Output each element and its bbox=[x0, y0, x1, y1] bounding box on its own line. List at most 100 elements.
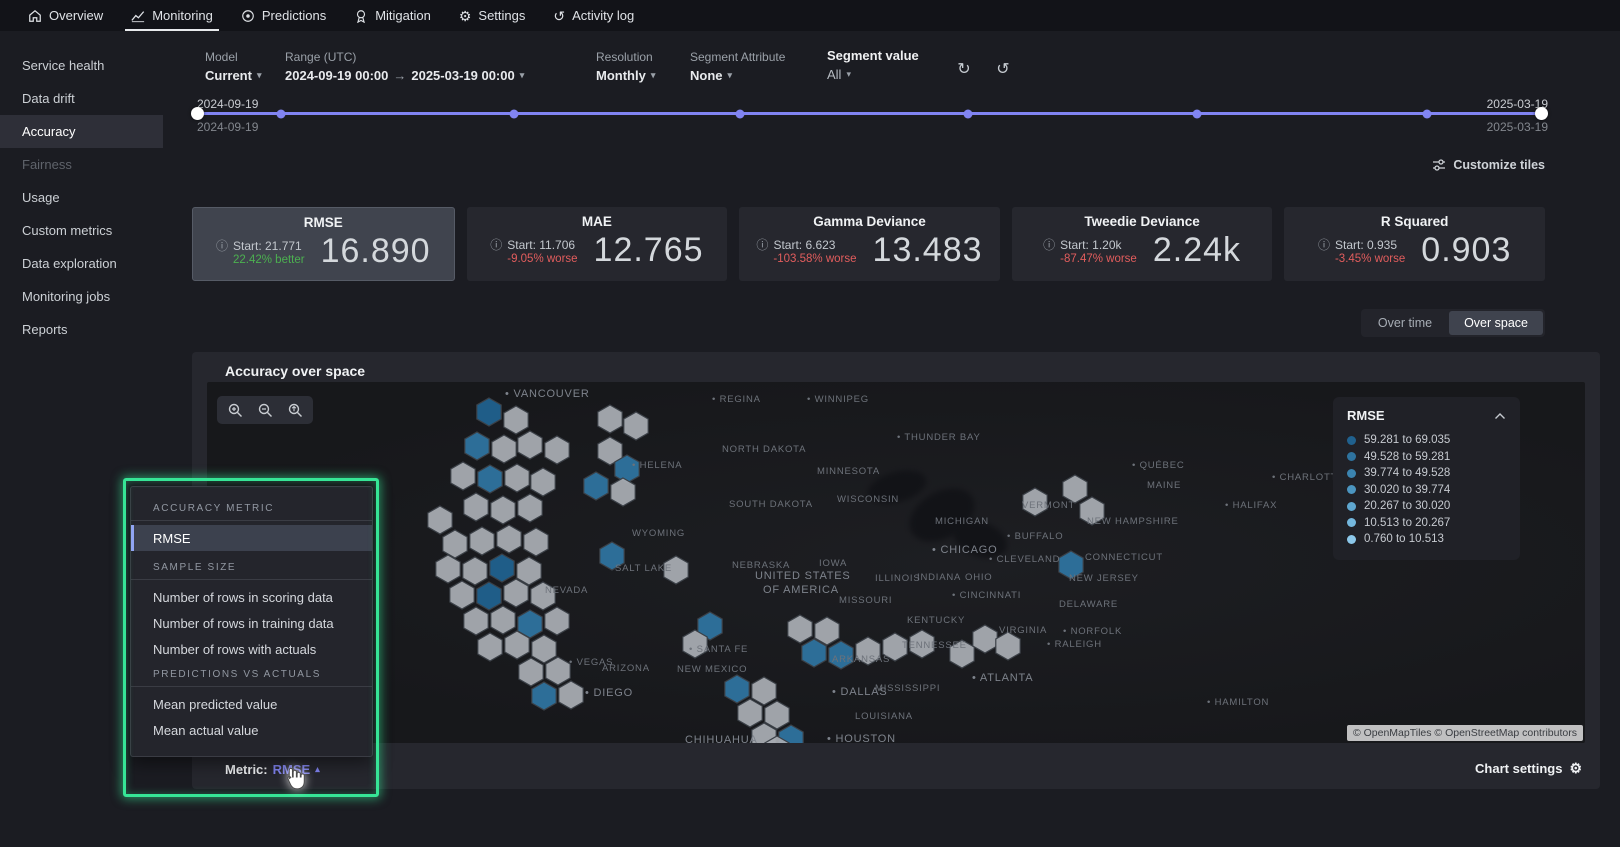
metric-tile-r-squared[interactable]: R Squared ⓘStart: 0.935 -3.45% worse 0.9… bbox=[1284, 207, 1545, 281]
chart-settings-label: Chart settings bbox=[1475, 761, 1562, 776]
tile-start-value: Start: 0.935 bbox=[1335, 238, 1397, 252]
legend-item: 0.760 to 10.513 bbox=[1347, 531, 1506, 548]
map-legend: RMSE 59.281 to 69.035 49.528 to 59.281 3… bbox=[1333, 397, 1520, 560]
zoom-reset-button[interactable] bbox=[281, 399, 309, 421]
nav-label: Monitoring bbox=[152, 8, 213, 23]
toggle-over-space[interactable]: Over space bbox=[1449, 311, 1543, 335]
metric-tiles-row: RMSE ⓘStart: 21.771 22.42% better 16.890… bbox=[192, 207, 1545, 281]
sidebar-item-reports[interactable]: Reports bbox=[0, 313, 163, 346]
gear-icon: ⚙ bbox=[1569, 760, 1582, 777]
toggle-over-time[interactable]: Over time bbox=[1363, 311, 1447, 335]
model-label: Model bbox=[205, 50, 261, 64]
dropdown-section-header: SAMPLE SIZE bbox=[131, 555, 372, 580]
nav-label: Mitigation bbox=[375, 8, 431, 23]
legend-swatch bbox=[1347, 518, 1356, 527]
dropdown-section-header: ACCURACY METRIC bbox=[131, 496, 372, 521]
segment-attribute-label: Segment Attribute bbox=[690, 50, 785, 64]
nav-activity-log[interactable]: ↺ Activity log bbox=[541, 0, 646, 31]
nav-overview[interactable]: Overview bbox=[16, 0, 115, 31]
metric-tile-tweedie-deviance[interactable]: Tweedie Deviance ⓘStart: 1.20k -87.47% w… bbox=[1012, 207, 1273, 281]
zoom-out-button[interactable] bbox=[251, 399, 279, 421]
dropdown-item-rows-training[interactable]: Number of rows in training data bbox=[131, 610, 372, 636]
tile-title: Gamma Deviance bbox=[751, 214, 988, 229]
sidebar-item-monitoring-jobs[interactable]: Monitoring jobs bbox=[0, 280, 163, 313]
legend-swatch bbox=[1347, 502, 1356, 511]
resolution-select[interactable]: Resolution Monthly▾ bbox=[596, 50, 655, 83]
customize-tiles-button[interactable]: Customize tiles bbox=[1432, 158, 1545, 172]
nav-mitigation[interactable]: Mitigation bbox=[342, 0, 443, 31]
segment-value-select[interactable]: Segment value All▾ bbox=[827, 48, 919, 82]
nav-label: Settings bbox=[478, 8, 525, 23]
nav-label: Activity log bbox=[572, 8, 634, 23]
resolution-value: Monthly bbox=[596, 68, 646, 83]
history-icon: ↺ bbox=[553, 9, 565, 23]
legend-swatch bbox=[1347, 485, 1356, 494]
legend-swatch bbox=[1347, 452, 1356, 461]
sidebar-item-usage[interactable]: Usage bbox=[0, 181, 163, 214]
chevron-down-icon: ▾ bbox=[257, 70, 262, 81]
metric-dropdown: ACCURACY METRIC RMSE SAMPLE SIZE Number … bbox=[130, 486, 373, 757]
range-select[interactable]: Range (UTC) 2024-09-19 00:00 → 2025-03-1… bbox=[285, 50, 524, 83]
home-icon bbox=[28, 9, 42, 23]
timeline-rail[interactable] bbox=[198, 112, 1548, 115]
nav-predictions[interactable]: Predictions bbox=[229, 0, 338, 31]
view-toggle: Over time Over space bbox=[1361, 309, 1545, 337]
nav-label: Overview bbox=[49, 8, 103, 23]
legend-item: 39.774 to 49.528 bbox=[1347, 465, 1506, 482]
sidebar-item-service-health[interactable]: Service health bbox=[0, 49, 163, 82]
reset-button[interactable]: ↺ bbox=[992, 58, 1014, 80]
nav-settings[interactable]: ⚙ Settings bbox=[447, 0, 538, 31]
refresh-button[interactable]: ↻ bbox=[953, 58, 975, 80]
timeline-handle-start[interactable] bbox=[191, 107, 204, 120]
tile-delta: -87.47% worse bbox=[1060, 253, 1137, 265]
range-label: Range (UTC) bbox=[285, 50, 524, 64]
nav-monitoring[interactable]: Monitoring bbox=[119, 0, 225, 31]
chart-settings-button[interactable]: Chart settings ⚙ bbox=[1475, 760, 1582, 777]
tile-value: 13.483 bbox=[873, 231, 983, 270]
range-end: 2025-03-19 00:00 bbox=[411, 68, 514, 83]
resolution-label: Resolution bbox=[596, 50, 655, 64]
map-attribution: © OpenMapTiles © OpenStreetMap contribut… bbox=[1347, 725, 1583, 741]
legend-swatch bbox=[1347, 469, 1356, 478]
legend-swatch bbox=[1347, 535, 1356, 544]
sidebar-item-data-exploration[interactable]: Data exploration bbox=[0, 247, 163, 280]
award-icon bbox=[354, 9, 368, 23]
tile-value: 12.765 bbox=[594, 231, 704, 270]
tile-value: 16.890 bbox=[321, 232, 431, 271]
metric-tile-gamma-deviance[interactable]: Gamma Deviance ⓘStart: 6.623 -103.58% wo… bbox=[739, 207, 1000, 281]
info-icon: ⓘ bbox=[756, 236, 768, 253]
customize-tiles-label: Customize tiles bbox=[1453, 158, 1545, 172]
legend-header[interactable]: RMSE bbox=[1347, 408, 1506, 423]
metric-label: Metric: bbox=[225, 762, 268, 777]
metric-tile-mae[interactable]: MAE ⓘStart: 11.706 -9.05% worse 12.765 bbox=[467, 207, 728, 281]
dropdown-item-rows-actuals[interactable]: Number of rows with actuals bbox=[131, 636, 372, 662]
sidebar-item-custom-metrics[interactable]: Custom metrics bbox=[0, 214, 163, 247]
arrow-right-icon: → bbox=[393, 68, 406, 83]
tile-start-value: Start: 1.20k bbox=[1060, 238, 1121, 252]
segment-attribute-select[interactable]: Segment Attribute None▾ bbox=[690, 50, 785, 83]
gear-icon: ⚙ bbox=[459, 9, 472, 23]
legend-item: 10.513 to 20.267 bbox=[1347, 515, 1506, 532]
chevron-down-icon: ▾ bbox=[520, 70, 525, 81]
dropdown-item-rows-scoring[interactable]: Number of rows in scoring data bbox=[131, 584, 372, 610]
model-value: Current bbox=[205, 68, 252, 83]
map-zoom-controls bbox=[217, 396, 313, 424]
dropdown-item-mean-actual[interactable]: Mean actual value bbox=[131, 717, 372, 743]
segment-attribute-value: None bbox=[690, 68, 723, 83]
legend-item: 59.281 to 69.035 bbox=[1347, 432, 1506, 449]
tile-delta: -3.45% worse bbox=[1335, 253, 1405, 265]
sidebar-item-data-drift[interactable]: Data drift bbox=[0, 82, 163, 115]
map[interactable]: • VANCOUVER• REGINA• WINNIPEG• THUNDER B… bbox=[207, 382, 1585, 743]
zoom-in-icon bbox=[228, 403, 243, 418]
sidebar-item-fairness[interactable]: Fairness bbox=[0, 148, 163, 181]
model-select[interactable]: Model Current ▾ bbox=[205, 50, 261, 83]
hand-cursor-icon bbox=[282, 766, 306, 797]
tile-title: Tweedie Deviance bbox=[1024, 214, 1261, 229]
dropdown-item-rmse[interactable]: RMSE bbox=[131, 525, 372, 551]
timeline-handle-end[interactable] bbox=[1535, 107, 1548, 120]
sidebar-item-accuracy[interactable]: Accuracy bbox=[0, 115, 163, 148]
zoom-in-button[interactable] bbox=[221, 399, 249, 421]
legend-swatch bbox=[1347, 436, 1356, 445]
metric-tile-rmse[interactable]: RMSE ⓘStart: 21.771 22.42% better 16.890 bbox=[192, 207, 455, 281]
dropdown-item-mean-predicted[interactable]: Mean predicted value bbox=[131, 691, 372, 717]
